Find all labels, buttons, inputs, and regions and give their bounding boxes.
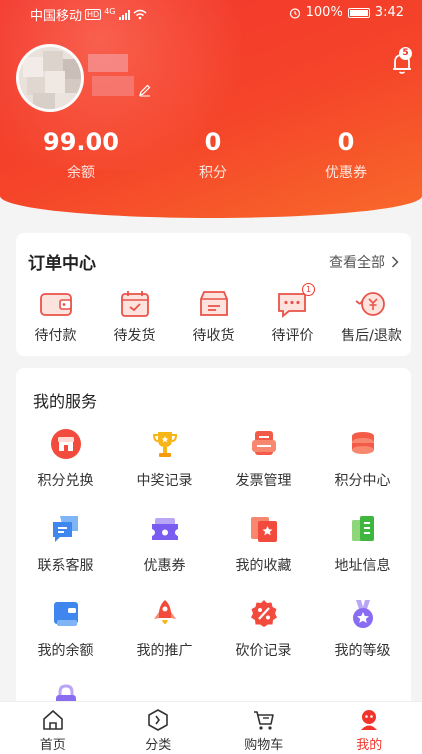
refund-icon: [354, 292, 385, 316]
service-points-center[interactable]: 积分中心: [313, 428, 412, 490]
stat-value: 0: [204, 128, 222, 156]
service-my-promotion[interactable]: 我的推广: [115, 598, 214, 660]
order-pending-receipt[interactable]: 待收货: [174, 285, 253, 345]
ticket-icon: [149, 513, 181, 545]
service-label: 我的推广: [136, 643, 193, 659]
category-icon: [148, 709, 169, 731]
order-pending-payment[interactable]: 待付款: [16, 285, 95, 345]
stat-points[interactable]: 0 积分: [143, 126, 283, 182]
edit-icon[interactable]: [138, 83, 152, 97]
invoice-icon: [248, 428, 280, 460]
service-label: 中奖记录: [136, 473, 193, 489]
service-label: 优惠券: [143, 558, 186, 574]
cart-icon: [253, 711, 274, 730]
tab-cart[interactable]: 购物车: [211, 702, 317, 754]
view-all-label: 查看全部: [329, 255, 385, 271]
service-label: 积分中心: [334, 473, 391, 489]
service-label: 我的收藏: [235, 558, 292, 574]
order-item-label: 待发货: [113, 328, 156, 344]
notification-badge: 5: [399, 47, 412, 60]
order-item-label: 待付款: [34, 328, 77, 344]
service-bargain-records[interactable]: 砍价记录: [214, 598, 313, 660]
order-item-label: 售后/退款: [341, 328, 402, 344]
carrier-name: 中国移动: [30, 9, 83, 24]
trophy-icon: [149, 428, 181, 460]
home-icon: [42, 710, 63, 730]
service-points-exchange[interactable]: 积分兑换: [16, 428, 115, 490]
rocket-icon: [149, 598, 181, 630]
order-pending-shipment[interactable]: 待发货: [95, 285, 174, 345]
service-prize-records[interactable]: 中奖记录: [115, 428, 214, 490]
tab-profile[interactable]: 我的: [317, 702, 422, 754]
tab-label: 首页: [39, 738, 66, 753]
service-invoice-management[interactable]: 发票管理: [214, 428, 313, 490]
profile-header: 中国移动 HD 4G 100% 3:42 5 99.00 余额 0 积分 0 优…: [0, 0, 422, 218]
stat-balance[interactable]: 99.00 余额: [11, 126, 151, 182]
package-icon: [199, 291, 228, 316]
battery-percent: 100%: [305, 5, 343, 20]
profile-icon: [361, 710, 378, 730]
services-title: 我的服务: [33, 392, 98, 411]
order-pending-review[interactable]: 1 待评价: [253, 283, 332, 345]
username-blur: [88, 54, 128, 72]
stat-label: 积分: [199, 165, 227, 181]
service-label: 联系客服: [37, 558, 94, 574]
service-label: 积分兑换: [37, 473, 94, 489]
service-label: 我的等级: [334, 643, 391, 659]
service-customer-support[interactable]: 联系客服: [16, 513, 115, 575]
discount-icon: [248, 598, 280, 630]
hd-badge: HD: [85, 9, 102, 20]
service-address-info[interactable]: 地址信息: [313, 513, 412, 575]
bottom-tab-bar: 首页 分类 购物车 我的: [0, 701, 422, 754]
status-bar: 中国移动 HD 4G 100% 3:42: [0, 0, 422, 26]
coins-icon: [347, 428, 379, 460]
service-my-level[interactable]: 我的等级: [313, 598, 412, 660]
favorite-icon: [248, 513, 280, 545]
calendar-box-icon: [120, 291, 149, 317]
order-center-card: 订单中心 查看全部 待付款 待发货 待收货 1 待评价 售后/退款: [16, 233, 411, 356]
tab-label: 购物车: [244, 738, 284, 753]
order-item-label: 待评价: [271, 328, 314, 344]
network-type: 4G: [104, 7, 116, 16]
review-count-badge: 1: [302, 283, 315, 296]
service-label: 砍价记录: [235, 643, 292, 659]
balance-icon: [50, 598, 82, 630]
battery-icon: [347, 7, 370, 18]
service-my-balance[interactable]: 我的余额: [16, 598, 115, 660]
tab-label: 分类: [145, 738, 172, 753]
shop-icon: [50, 428, 82, 460]
service-label: 地址信息: [334, 558, 391, 574]
service-my-favorites[interactable]: 我的收藏: [214, 513, 313, 575]
stat-label: 优惠券: [325, 165, 367, 181]
username-blur-2: [92, 76, 134, 96]
my-services-card: 我的服务 积分兑换 中奖记录 发票管理 积分中心 联系客服 优惠券 我的收藏 地…: [16, 368, 411, 728]
order-after-sales[interactable]: 售后/退款: [332, 285, 411, 345]
stat-value: 0: [337, 128, 355, 156]
clock: 3:42: [374, 5, 404, 20]
wallet-icon: [39, 293, 72, 316]
service-label: 我的余额: [37, 643, 94, 659]
service-label: 发票管理: [235, 473, 292, 489]
stat-value: 99.00: [43, 128, 119, 156]
address-icon: [347, 513, 379, 545]
chat-icon: [50, 513, 82, 545]
tab-home[interactable]: 首页: [0, 702, 106, 754]
medal-icon: [347, 598, 379, 630]
avatar[interactable]: [16, 44, 84, 112]
view-all-orders-link[interactable]: 查看全部: [329, 252, 399, 272]
tab-label: 我的: [356, 738, 383, 753]
wifi-icon: [133, 9, 146, 20]
order-item-label: 待收货: [192, 328, 235, 344]
signal-icon: [118, 9, 130, 20]
stat-coupons[interactable]: 0 优惠券: [276, 126, 416, 182]
service-coupons[interactable]: 优惠券: [115, 513, 214, 575]
tab-category[interactable]: 分类: [106, 702, 212, 754]
order-center-title: 订单中心: [28, 254, 96, 274]
chevron-right-icon: [391, 256, 399, 268]
alarm-icon: [289, 7, 300, 19]
stat-label: 余额: [67, 165, 95, 181]
